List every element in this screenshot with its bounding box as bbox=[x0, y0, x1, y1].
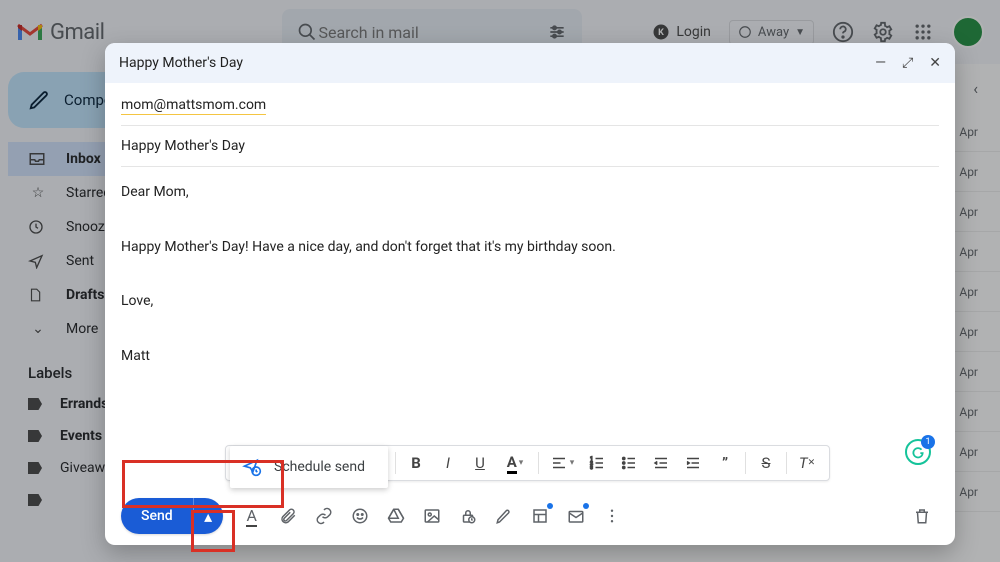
search-icon bbox=[296, 21, 318, 43]
underline-icon[interactable]: U bbox=[464, 449, 496, 477]
label-tag-icon bbox=[28, 430, 42, 442]
mail-date: Apr bbox=[959, 405, 978, 419]
label-tag-icon bbox=[28, 494, 42, 506]
recipients-row[interactable]: mom@mattsmom.com bbox=[121, 87, 939, 126]
send-button[interactable]: Send bbox=[121, 498, 193, 534]
align-menu[interactable]: ▾ bbox=[543, 449, 581, 477]
compose-footer: Send ▴ A bbox=[105, 487, 955, 545]
send-label: Send bbox=[141, 508, 173, 524]
confidential-mode-icon[interactable] bbox=[451, 499, 485, 533]
svg-text:K: K bbox=[659, 28, 665, 38]
compose-body: mom@mattsmom.com Happy Mother's Day Dear… bbox=[105, 83, 955, 487]
search-options-icon[interactable] bbox=[546, 21, 568, 43]
bullet-list-icon[interactable] bbox=[613, 449, 645, 477]
mail-date: Apr bbox=[959, 285, 978, 299]
send-icon bbox=[28, 253, 48, 269]
blockquote-icon[interactable]: ” bbox=[709, 449, 741, 477]
gmail-logo[interactable]: Gmail bbox=[16, 20, 104, 45]
indent-less-icon[interactable] bbox=[645, 449, 677, 477]
close-icon[interactable]: ✕ bbox=[929, 55, 941, 71]
email-body-editor[interactable]: Dear Mom, Happy Mother's Day! Have a nic… bbox=[121, 167, 939, 487]
mail-date: Apr bbox=[959, 485, 978, 499]
subject-row[interactable]: Happy Mother's Day bbox=[121, 126, 939, 167]
schedule-send-icon bbox=[242, 457, 262, 477]
label-text: Errands bbox=[60, 396, 108, 412]
insert-signature-icon[interactable] bbox=[487, 499, 521, 533]
minimize-icon[interactable]: — bbox=[875, 55, 886, 71]
strikethrough-icon[interactable]: S bbox=[750, 449, 782, 477]
mail-date: Apr bbox=[959, 445, 978, 459]
text-color-menu[interactable]: A▾ bbox=[496, 449, 534, 477]
apps-grid-icon[interactable] bbox=[912, 21, 934, 43]
gmail-logo-icon bbox=[16, 21, 44, 43]
grammarly-badge[interactable] bbox=[905, 439, 931, 465]
inbox-icon bbox=[28, 150, 48, 168]
send-button-group: Send ▴ bbox=[121, 498, 223, 534]
dropdown-caret-icon: ▼ bbox=[795, 27, 805, 38]
login-label: Login bbox=[676, 24, 711, 40]
mail-date: Apr bbox=[959, 165, 978, 179]
star-icon: ☆ bbox=[28, 185, 48, 201]
subject-text: Happy Mother's Day bbox=[121, 138, 245, 154]
schedule-send-label: Schedule send bbox=[274, 459, 365, 475]
compose-titlebar[interactable]: Happy Mother's Day — ⤢ ✕ bbox=[105, 43, 955, 83]
search-input[interactable] bbox=[318, 23, 546, 42]
nav-label: More bbox=[66, 321, 98, 337]
label-tag-icon bbox=[28, 398, 42, 410]
attach-file-icon[interactable] bbox=[271, 499, 305, 533]
account-avatar[interactable] bbox=[952, 16, 984, 48]
label-tag-icon bbox=[28, 462, 42, 474]
svg-text:3: 3 bbox=[590, 465, 593, 471]
insert-invite-icon[interactable] bbox=[559, 499, 593, 533]
mail-date: Apr bbox=[959, 365, 978, 379]
bold-icon[interactable]: B bbox=[400, 449, 432, 477]
nav-label: Sent bbox=[66, 253, 94, 269]
formatting-toggle-icon[interactable]: A bbox=[235, 499, 269, 533]
chevron-left-icon[interactable]: ‹ bbox=[973, 79, 978, 98]
mail-date: Apr bbox=[959, 325, 978, 339]
compose-actions: A bbox=[235, 499, 629, 533]
label-text: Events bbox=[60, 428, 102, 444]
pencil-icon bbox=[28, 89, 50, 111]
insert-drive-icon[interactable] bbox=[379, 499, 413, 533]
recipient-chip[interactable]: mom@mattsmom.com bbox=[121, 97, 266, 115]
mail-date: Apr bbox=[959, 205, 978, 219]
compose-title: Happy Mother's Day bbox=[119, 55, 243, 71]
nav-label: Inbox bbox=[66, 151, 101, 167]
app-name: Gmail bbox=[50, 20, 104, 45]
send-more-options-button[interactable]: ▴ bbox=[193, 498, 223, 534]
file-icon bbox=[28, 287, 48, 303]
schedule-send-menu-item[interactable]: Schedule send bbox=[230, 446, 388, 488]
login-chip[interactable]: K Login bbox=[652, 23, 711, 41]
remove-formatting-icon[interactable]: T✕ bbox=[791, 449, 823, 477]
help-icon[interactable] bbox=[832, 21, 854, 43]
numbered-list-icon[interactable]: 123 bbox=[581, 449, 613, 477]
mail-date: Apr bbox=[959, 245, 978, 259]
login-icon: K bbox=[652, 23, 670, 41]
status-away[interactable]: Away ▼ bbox=[729, 20, 814, 45]
indent-more-icon[interactable] bbox=[677, 449, 709, 477]
clock-icon bbox=[28, 219, 48, 235]
popout-icon[interactable]: ⤢ bbox=[902, 55, 913, 71]
italic-icon[interactable]: I bbox=[432, 449, 464, 477]
mail-date: Apr bbox=[959, 125, 978, 139]
nav-label: Drafts bbox=[66, 287, 104, 303]
compose-window: Happy Mother's Day — ⤢ ✕ mom@mattsmom.co… bbox=[105, 43, 955, 545]
more-options-icon[interactable] bbox=[595, 499, 629, 533]
away-icon bbox=[738, 25, 752, 39]
away-label: Away bbox=[758, 25, 789, 40]
discard-draft-icon[interactable] bbox=[905, 499, 939, 533]
insert-emoji-icon[interactable] bbox=[343, 499, 377, 533]
insert-link-icon[interactable] bbox=[307, 499, 341, 533]
insert-photo-icon[interactable] bbox=[415, 499, 449, 533]
chevron-down-icon: ⌄ bbox=[28, 321, 48, 337]
settings-gear-icon[interactable] bbox=[872, 21, 894, 43]
layout-options-icon[interactable] bbox=[523, 499, 557, 533]
